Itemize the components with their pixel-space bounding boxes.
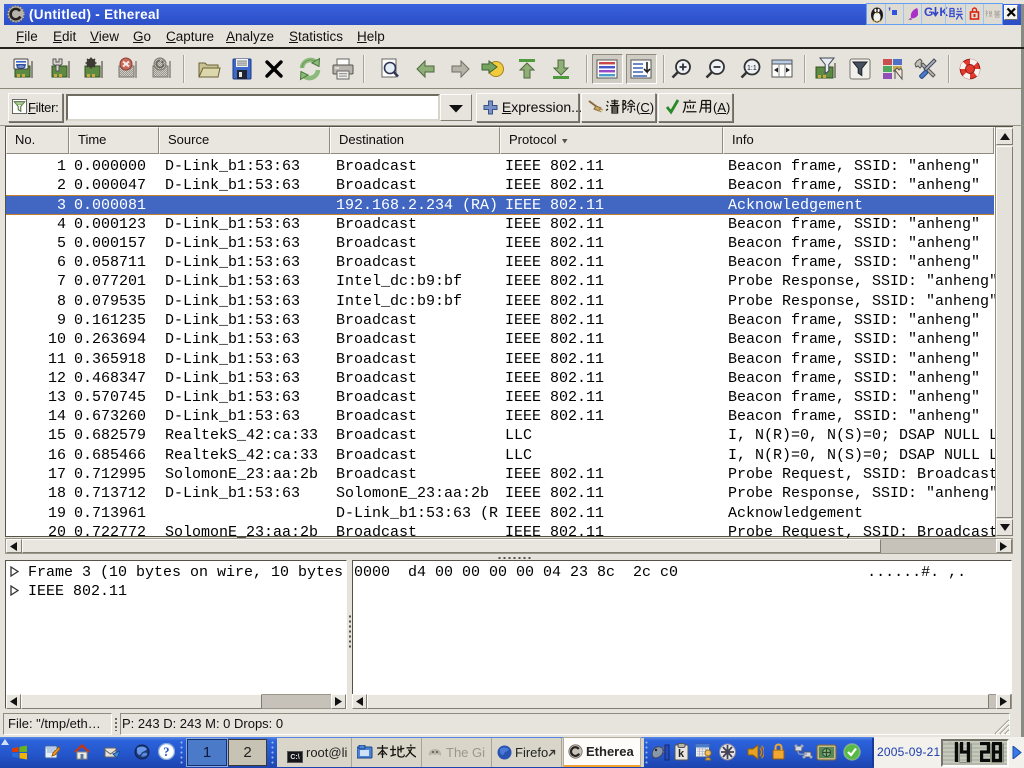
svg-text:?: ?	[163, 745, 169, 759]
svg-text:k: k	[678, 748, 685, 760]
svg-text:1:1: 1:1	[747, 65, 757, 72]
